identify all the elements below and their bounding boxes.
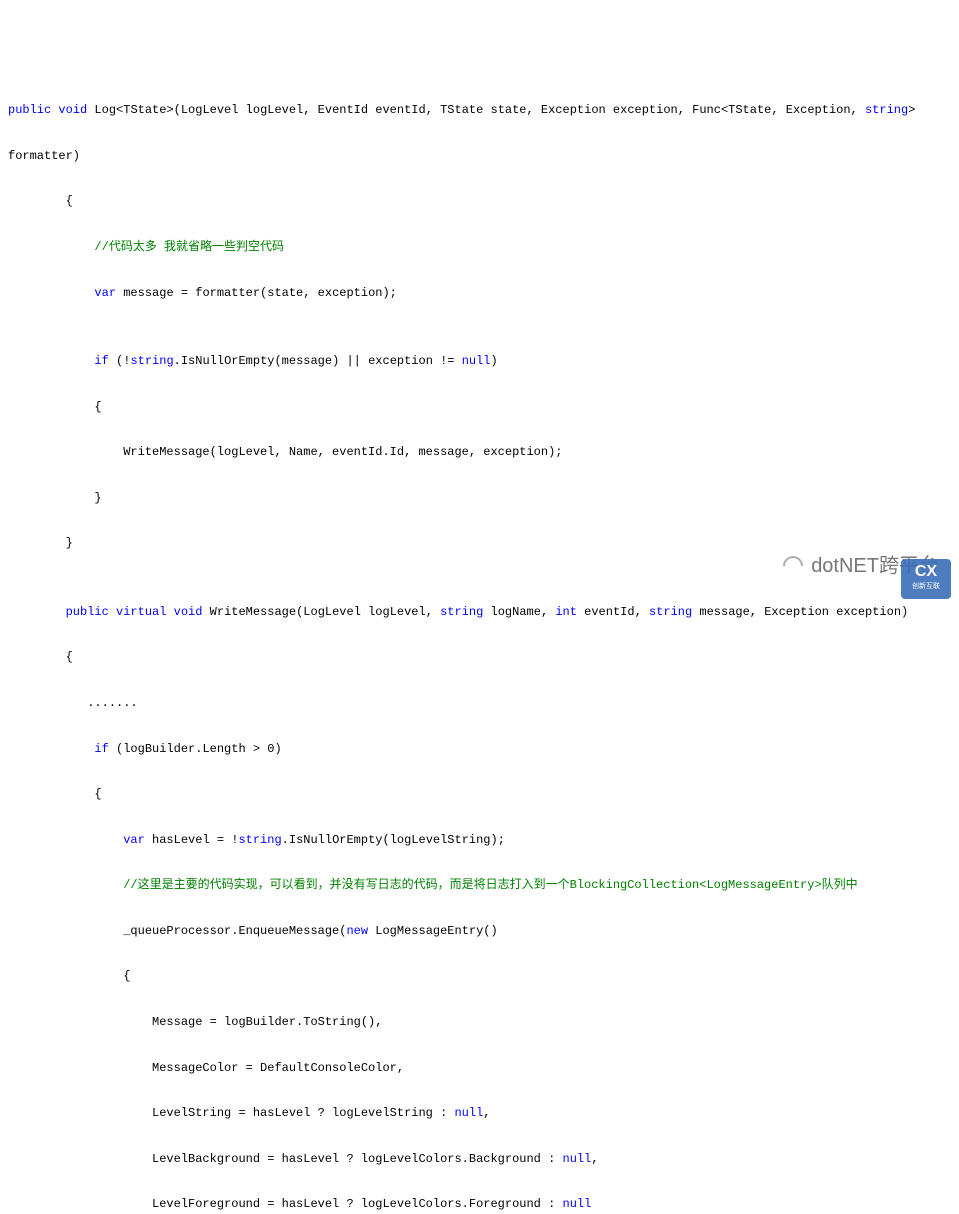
code-line-21: { — [8, 965, 951, 988]
comment: //这里是主要的代码实现，可以看到，并没有写日志的代码，而是将日志打入到一个Bl… — [123, 878, 857, 892]
keyword-string: string — [865, 103, 908, 117]
logo-big: CX — [915, 564, 937, 580]
code-line-7: if (!string.IsNullOrEmpty(message) || ex… — [8, 350, 951, 373]
code-line-26: LevelForeground = hasLevel ? logLevelCol… — [8, 1193, 951, 1214]
code-line-25: LevelBackground = hasLevel ? logLevelCol… — [8, 1148, 951, 1171]
code-line-5: var message = formatter(state, exception… — [8, 282, 951, 305]
code-line-17: { — [8, 783, 951, 806]
keyword-if: if — [94, 354, 108, 368]
code-line-13: public virtual void WriteMessage(LogLeve… — [8, 601, 951, 624]
code-line-8: { — [8, 396, 951, 419]
keyword-new: new — [346, 924, 368, 938]
code-line-16: if (logBuilder.Length > 0) — [8, 738, 951, 761]
code-line-1: public void Log<TState>(LogLevel logLeve… — [8, 99, 951, 122]
code-line-22: Message = logBuilder.ToString(), — [8, 1011, 951, 1034]
keyword-var: var — [94, 286, 116, 300]
code-line-15: ....... — [8, 692, 951, 715]
keyword-null: null — [454, 1106, 483, 1120]
code-line-3: { — [8, 190, 951, 213]
code-line-18: var hasLevel = !string.IsNullOrEmpty(log… — [8, 829, 951, 852]
comment: //代码太多 我就省略一些判空代码 — [94, 240, 284, 254]
wechat-icon — [779, 552, 807, 580]
corner-logo: CX 创新互联 — [901, 559, 951, 599]
keyword-null: null — [563, 1152, 592, 1166]
code-line-14: { — [8, 646, 951, 669]
keyword-public: public — [8, 103, 51, 117]
keyword-string: string — [238, 833, 281, 847]
code-line-2: formatter) — [8, 145, 951, 168]
keyword-null: null — [563, 1197, 592, 1211]
code-line-9: WriteMessage(logLevel, Name, eventId.Id,… — [8, 441, 951, 464]
keyword-var: var — [123, 833, 145, 847]
keyword-void: void — [58, 103, 87, 117]
logo-small: 创新互联 — [912, 580, 940, 593]
code-line-19: //这里是主要的代码实现，可以看到，并没有写日志的代码，而是将日志打入到一个Bl… — [8, 874, 951, 897]
code-line-20: _queueProcessor.EnqueueMessage(new LogMe… — [8, 920, 951, 943]
code-line-24: LevelString = hasLevel ? logLevelString … — [8, 1102, 951, 1125]
code-line-23: MessageColor = DefaultConsoleColor, — [8, 1057, 951, 1080]
code-line-10: } — [8, 487, 951, 510]
keyword-string: string — [130, 354, 173, 368]
keyword-if: if — [94, 742, 108, 756]
code-line-4: //代码太多 我就省略一些判空代码 — [8, 236, 951, 259]
keyword-null: null — [462, 354, 491, 368]
